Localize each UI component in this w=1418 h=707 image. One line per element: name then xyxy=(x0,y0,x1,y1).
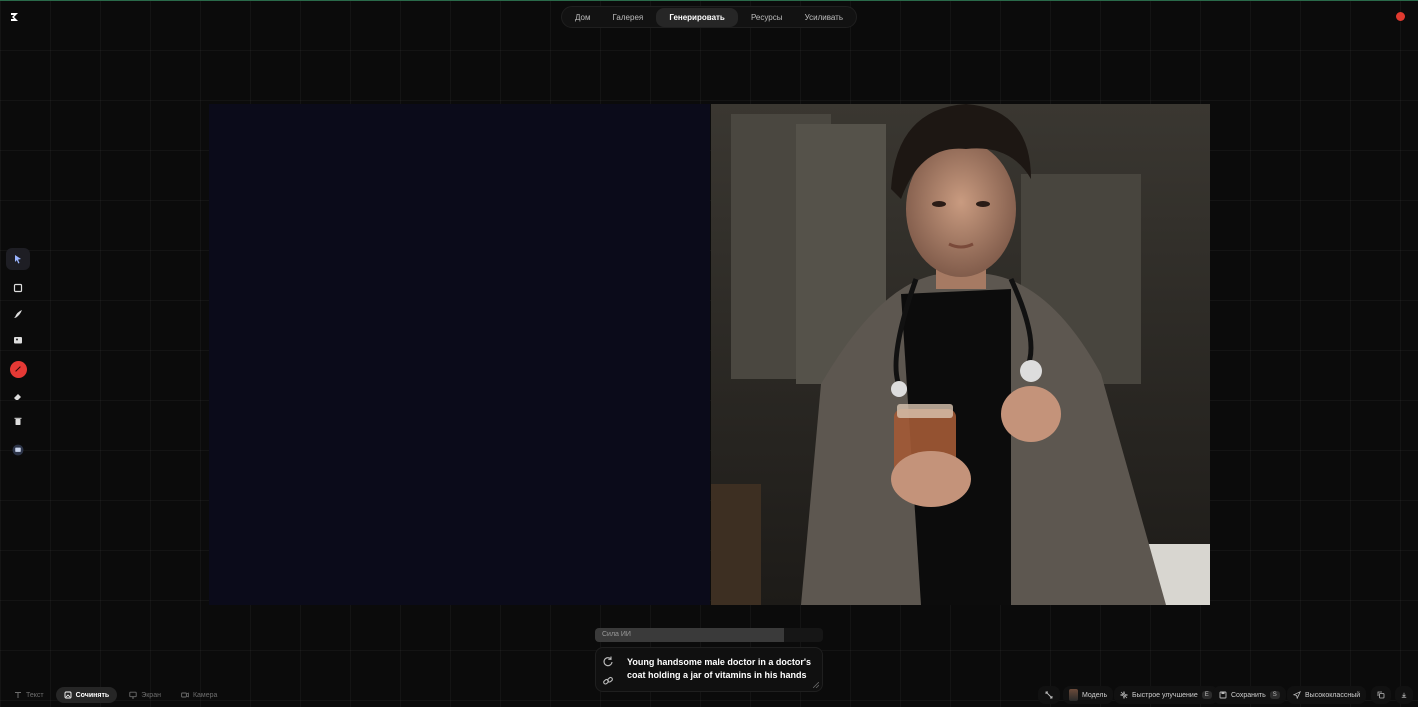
tab-enhance[interactable]: Усиливать xyxy=(796,9,852,26)
main-nav: Дом Галерея Генерировать Ресурсы Усилива… xyxy=(561,6,857,28)
brush-tool[interactable] xyxy=(6,303,30,325)
download-icon xyxy=(1401,692,1407,698)
prompt-text[interactable]: Young handsome male doctor in a doctor's… xyxy=(627,656,812,682)
send-icon xyxy=(1293,691,1301,699)
trash-icon xyxy=(14,417,22,425)
save-label: Сохранить xyxy=(1231,691,1266,699)
resize-handle-icon[interactable] xyxy=(813,682,819,688)
link-icon[interactable] xyxy=(602,675,614,687)
text-icon xyxy=(15,692,21,698)
copy-icon xyxy=(1377,691,1385,699)
save-shortcut: S xyxy=(1269,691,1280,699)
tab-resources[interactable]: Ресурсы xyxy=(742,9,792,26)
sparkle-off-icon xyxy=(1120,691,1128,699)
model-button[interactable]: Модель xyxy=(1063,686,1114,704)
compose-icon xyxy=(64,691,72,699)
brush-icon xyxy=(14,310,22,318)
mode-screen-label: Экран xyxy=(141,691,161,699)
copy-button[interactable] xyxy=(1371,686,1391,704)
ai-strength-slider[interactable]: Сила ИИ xyxy=(595,628,823,642)
download-button[interactable] xyxy=(1395,686,1413,704)
capture-tool[interactable] xyxy=(6,439,30,461)
eraser-icon xyxy=(14,394,21,400)
prompt-box[interactable]: Young handsome male doctor in a doctor's… xyxy=(595,647,823,692)
tab-generate[interactable]: Генерировать xyxy=(656,7,738,27)
mode-compose[interactable]: Сочинять xyxy=(55,687,118,703)
capture-icon xyxy=(12,444,24,456)
pen-icon xyxy=(15,366,21,372)
mode-text-label: Текст xyxy=(26,691,44,699)
tab-gallery[interactable]: Галерея xyxy=(604,9,653,26)
generated-image[interactable] xyxy=(711,104,1210,605)
quality-label: Высококлассный xyxy=(1305,691,1361,699)
drawing-canvas[interactable] xyxy=(209,104,710,605)
mode-text[interactable]: Текст xyxy=(6,687,52,703)
save-button[interactable]: Сохранить S xyxy=(1213,686,1286,704)
image-tool[interactable] xyxy=(6,329,30,351)
user-avatar[interactable] xyxy=(1396,12,1405,21)
fast-improve-label: Быстрое улучшение xyxy=(1132,691,1198,699)
mode-switcher: Текст Сочинять Экран Камера xyxy=(6,687,225,703)
save-icon xyxy=(1219,691,1227,699)
mode-camera[interactable]: Камера xyxy=(173,687,225,703)
top-accent-line xyxy=(0,0,1418,1)
color-picker[interactable] xyxy=(6,358,30,380)
ai-strength-label: Сила ИИ xyxy=(602,631,631,638)
screen-icon xyxy=(129,691,137,699)
aspect-button[interactable] xyxy=(1038,686,1060,704)
generated-image-art xyxy=(711,104,1210,605)
select-tool[interactable] xyxy=(6,248,30,270)
mode-camera-label: Камера xyxy=(192,691,218,699)
mode-compose-label: Сочинять xyxy=(75,691,110,699)
camera-icon xyxy=(181,692,189,698)
tab-home[interactable]: Дом xyxy=(566,9,599,26)
app-logo-icon[interactable] xyxy=(10,12,20,22)
select-icon xyxy=(15,255,21,264)
delete-tool[interactable] xyxy=(6,410,30,432)
rectangle-icon xyxy=(13,283,23,293)
color-swatch xyxy=(9,360,27,378)
refresh-icon[interactable] xyxy=(602,655,614,667)
model-thumbnail xyxy=(1069,689,1078,701)
mode-screen[interactable]: Экран xyxy=(121,687,169,703)
model-label: Модель xyxy=(1082,691,1108,699)
aspect-ratio-icon xyxy=(1045,691,1053,699)
fast-improve-shortcut: E xyxy=(1201,691,1212,699)
rectangle-tool[interactable] xyxy=(6,277,30,299)
image-icon xyxy=(14,337,22,344)
eraser-tool[interactable] xyxy=(6,385,30,407)
quality-button[interactable]: Высококлассный xyxy=(1287,686,1367,704)
fast-improve-button[interactable]: Быстрое улучшение E xyxy=(1114,686,1218,704)
